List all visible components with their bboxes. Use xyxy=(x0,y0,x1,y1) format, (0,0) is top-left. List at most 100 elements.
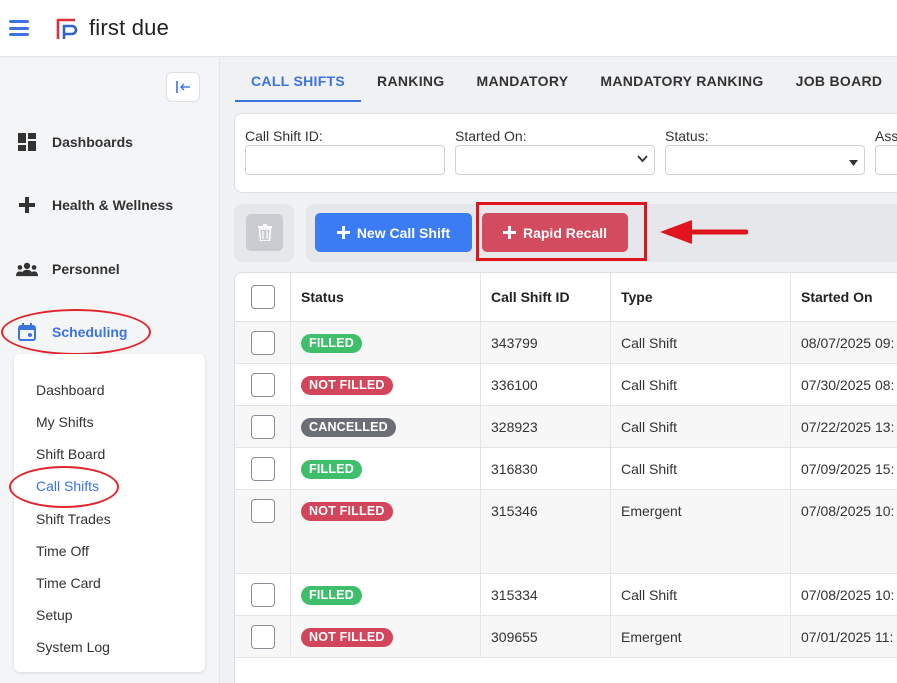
submenu-item-system-log[interactable]: System Log xyxy=(36,639,110,655)
submenu-item-shift-board[interactable]: Shift Board xyxy=(36,446,105,462)
rapid-recall-button[interactable]: Rapid Recall xyxy=(482,213,628,252)
call-shift-id-cell: 315346 xyxy=(480,490,610,573)
plus-icon xyxy=(16,194,38,216)
table-row[interactable]: FILLED 315334 Call Shift 07/08/2025 10: xyxy=(235,574,897,616)
started-on-select[interactable] xyxy=(455,145,655,175)
hamburger-menu-icon[interactable] xyxy=(9,20,29,36)
submenu-item-my-shifts[interactable]: My Shifts xyxy=(36,414,94,430)
delete-button[interactable] xyxy=(246,214,283,251)
column-header-type[interactable]: Type xyxy=(610,273,790,322)
tab-mandatory[interactable]: MANDATORY xyxy=(460,58,584,102)
tab-call-shifts[interactable]: CALL SHIFTS xyxy=(235,58,362,102)
started-on-cell: 07/01/2025 11: xyxy=(790,616,897,657)
status-cell: FILLED xyxy=(290,322,480,363)
table-row[interactable]: NOT FILLED 309655 Emergent 07/01/2025 11: xyxy=(235,616,897,658)
new-call-shift-button[interactable]: New Call Shift xyxy=(315,213,472,252)
call-shift-id-cell: 315334 xyxy=(480,574,610,615)
status-badge: NOT FILLED xyxy=(301,376,393,395)
sidebar-item-dashboards[interactable]: Dashboards xyxy=(0,122,220,162)
status-cell: NOT FILLED xyxy=(290,490,480,573)
rapid-recall-label: Rapid Recall xyxy=(522,224,608,241)
table-row[interactable]: NOT FILLED 336100 Call Shift 07/30/2025 08: xyxy=(235,364,897,406)
status-badge: NOT FILLED xyxy=(301,628,393,647)
tab-mandatory-ranking[interactable]: MANDATORY RANKING xyxy=(584,58,779,102)
sidebar-item-personnel[interactable]: Personnel xyxy=(0,249,220,289)
column-header-call-shift-id[interactable]: Call Shift ID xyxy=(480,273,610,322)
call-shift-id-cell: 316830 xyxy=(480,448,610,489)
call-shift-id-cell: 328923 xyxy=(480,406,610,447)
sidebar-item-label: Personnel xyxy=(52,261,120,277)
calendar-icon xyxy=(16,321,38,343)
row-checkbox[interactable] xyxy=(251,373,275,397)
collapse-left-icon xyxy=(176,81,190,93)
table-row[interactable]: FILLED 316830 Call Shift 07/09/2025 15: xyxy=(235,448,897,490)
column-header-started-on[interactable]: Started On xyxy=(790,273,897,322)
call-shift-id-label: Call Shift ID: xyxy=(245,128,323,144)
chevron-down-icon xyxy=(637,153,648,167)
row-checkbox[interactable] xyxy=(251,457,275,481)
grid-icon xyxy=(16,131,38,153)
plus-icon xyxy=(502,226,516,239)
submenu-item-time-card[interactable]: Time Card xyxy=(36,575,101,591)
started-on-cell: 07/30/2025 08: xyxy=(790,364,897,405)
call-shift-id-cell: 343799 xyxy=(480,322,610,363)
trash-icon xyxy=(257,224,272,241)
main-content: CALL SHIFTS RANKING MANDATORY MANDATORY … xyxy=(222,58,897,683)
row-checkbox[interactable] xyxy=(251,415,275,439)
sidebar-item-health-wellness[interactable]: Health & Wellness xyxy=(0,185,220,225)
call-shift-id-cell: 336100 xyxy=(480,364,610,405)
submenu-item-time-off[interactable]: Time Off xyxy=(36,543,89,559)
collapse-sidebar-button[interactable] xyxy=(166,72,200,102)
row-checkbox[interactable] xyxy=(251,331,275,355)
status-badge: NOT FILLED xyxy=(301,502,393,521)
type-cell: Call Shift xyxy=(610,448,790,489)
type-cell: Call Shift xyxy=(610,364,790,405)
status-cell: FILLED xyxy=(290,574,480,615)
call-shift-id-cell: 309655 xyxy=(480,616,610,657)
row-checkbox[interactable] xyxy=(251,499,275,523)
select-all-checkbox[interactable] xyxy=(251,285,275,309)
status-badge: FILLED xyxy=(301,334,362,353)
submenu-item-dashboard[interactable]: Dashboard xyxy=(36,382,105,398)
action-toolbar: New Call Shift Rapid Recall xyxy=(306,204,897,262)
sidebar-item-scheduling[interactable]: Scheduling xyxy=(0,312,220,352)
annotation-arrow-icon xyxy=(660,220,748,244)
call-shifts-table: Status Call Shift ID Type Started On FIL… xyxy=(234,272,897,683)
status-cell: NOT FILLED xyxy=(290,364,480,405)
status-badge: FILLED xyxy=(301,460,362,479)
column-header-status[interactable]: Status xyxy=(290,273,480,322)
table-row[interactable]: CANCELLED 328923 Call Shift 07/22/2025 13: xyxy=(235,406,897,448)
submenu-item-shift-trades[interactable]: Shift Trades xyxy=(36,511,111,527)
tab-job-board[interactable]: JOB BOARD xyxy=(780,58,897,102)
assigned-select[interactable] xyxy=(875,145,897,175)
tab-bar: CALL SHIFTS RANKING MANDATORY MANDATORY … xyxy=(235,58,897,104)
status-badge: CANCELLED xyxy=(301,418,396,437)
bulk-actions-box xyxy=(234,204,294,262)
assigned-label: Ass xyxy=(875,128,897,144)
started-on-cell: 07/08/2025 10: xyxy=(790,490,897,573)
type-cell: Call Shift xyxy=(610,322,790,363)
people-icon xyxy=(16,258,38,280)
started-on-cell: 07/08/2025 10: xyxy=(790,574,897,615)
table-row[interactable]: FILLED 343799 Call Shift 08/07/2025 09: xyxy=(235,322,897,364)
new-call-shift-label: New Call Shift xyxy=(356,224,451,241)
type-cell: Call Shift xyxy=(610,406,790,447)
sidebar-item-label: Scheduling xyxy=(52,324,128,340)
submenu-item-call-shifts[interactable]: Call Shifts xyxy=(36,478,99,494)
call-shift-id-input[interactable] xyxy=(245,145,445,175)
top-bar: first due xyxy=(0,0,897,57)
type-cell: Emergent xyxy=(610,616,790,657)
app-logo-text: first due xyxy=(89,15,170,40)
started-on-cell: 07/22/2025 13: xyxy=(790,406,897,447)
row-checkbox[interactable] xyxy=(251,625,275,649)
sidebar-item-label: Dashboards xyxy=(52,134,133,150)
started-on-cell: 07/09/2025 15: xyxy=(790,448,897,489)
started-on-label: Started On: xyxy=(455,128,527,144)
status-select[interactable] xyxy=(665,145,865,175)
tab-ranking[interactable]: RANKING xyxy=(361,58,460,102)
table-row[interactable]: NOT FILLED 315346 Emergent 07/08/2025 10: xyxy=(235,490,897,574)
row-checkbox[interactable] xyxy=(251,583,275,607)
status-cell: FILLED xyxy=(290,448,480,489)
status-badge: FILLED xyxy=(301,586,362,605)
submenu-item-setup[interactable]: Setup xyxy=(36,607,73,623)
